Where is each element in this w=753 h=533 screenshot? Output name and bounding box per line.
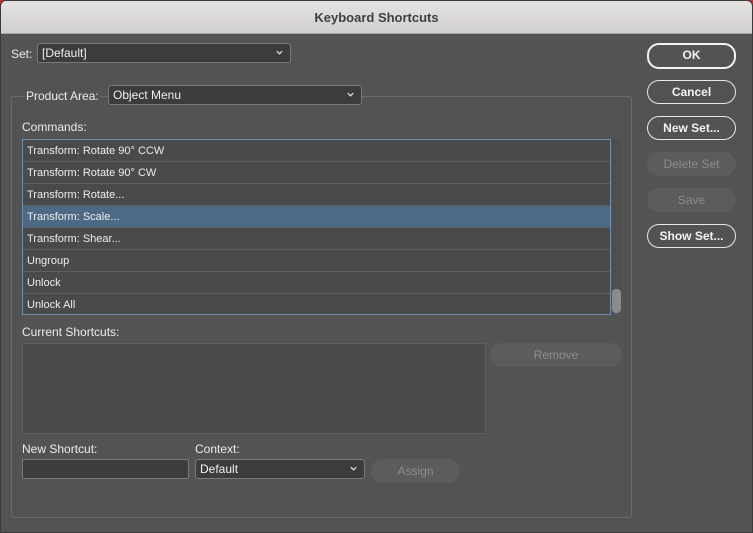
current-shortcuts-label: Current Shortcuts: [22,325,120,339]
keyboard-shortcuts-dialog: Keyboard Shortcuts Set: [Default] Produc… [0,0,753,533]
set-dropdown-value: [Default] [42,46,87,60]
product-area-dropdown[interactable]: Object Menu [108,85,362,105]
delete-set-button[interactable]: Delete Set [647,152,736,176]
commands-list[interactable]: Transform: Rotate 90° CCW Transform: Rota… [22,139,611,315]
cancel-button[interactable]: Cancel [647,80,736,104]
commands-label: Commands: [22,120,87,134]
ok-button[interactable]: OK [647,43,736,69]
chevron-down-icon [276,50,283,55]
new-set-button[interactable]: New Set... [647,116,736,140]
command-row[interactable]: Unlock [23,272,610,294]
context-dropdown[interactable]: Default [195,459,365,479]
chevron-down-icon [347,92,354,97]
command-row[interactable]: Transform: Shear... [23,228,610,250]
title-bar[interactable]: Keyboard Shortcuts [1,1,752,34]
product-area-value: Object Menu [113,88,182,102]
command-row[interactable]: Transform: Rotate... [23,184,610,206]
new-shortcut-input[interactable] [22,459,189,479]
save-button[interactable]: Save [647,188,736,212]
command-row[interactable]: Transform: Scale... [23,206,610,228]
set-label: Set: [11,47,33,61]
command-row[interactable]: Ungroup [23,250,610,272]
commands-scrollbar-track[interactable] [612,139,621,313]
remove-button[interactable]: Remove [490,343,622,367]
context-label: Context: [195,442,240,456]
context-value: Default [200,462,239,476]
show-set-button[interactable]: Show Set... [647,224,736,248]
product-area-label: Product Area: [25,89,100,103]
chevron-down-icon [350,466,357,471]
commands-scrollbar-thumb[interactable] [612,289,621,313]
current-shortcuts-list[interactable] [22,343,486,434]
set-dropdown[interactable]: [Default] [37,43,291,63]
command-row[interactable]: Transform: Rotate 90° CW [23,162,610,184]
command-row[interactable]: Transform: Rotate 90° CCW [23,140,610,162]
command-row[interactable]: Unlock All [23,294,610,314]
new-shortcut-label: New Shortcut: [22,442,98,456]
window-title: Keyboard Shortcuts [314,10,439,25]
assign-button[interactable]: Assign [371,459,460,483]
